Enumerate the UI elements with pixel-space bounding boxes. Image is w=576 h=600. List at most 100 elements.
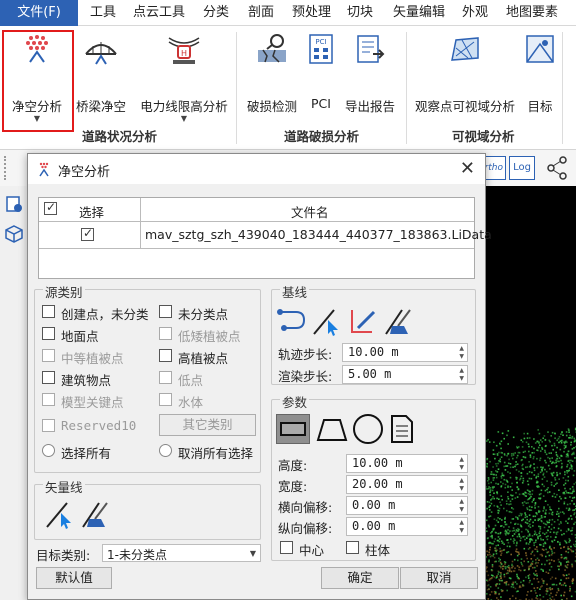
track-icon[interactable]	[276, 306, 308, 336]
menu-classify[interactable]: 分类	[203, 0, 229, 26]
layers-icon[interactable]	[4, 194, 24, 214]
point-cloud-viewport[interactable]	[484, 186, 576, 600]
spin-up-icon[interactable]: ▲	[459, 368, 464, 374]
point-cloud-dot	[571, 518, 573, 520]
point-cloud-dot	[510, 521, 512, 524]
viewshed-analysis-button[interactable]: 观察点可视域分析	[412, 30, 518, 130]
point-cloud-dot	[537, 562, 539, 564]
point-cloud-dot	[516, 573, 518, 576]
point-cloud-dot	[526, 498, 529, 501]
spin-down-icon[interactable]: ▼	[459, 486, 464, 492]
point-cloud-dot	[501, 519, 503, 521]
spin-up-icon[interactable]: ▲	[459, 478, 464, 484]
spin-up-icon[interactable]: ▲	[459, 457, 464, 463]
default-values-button[interactable]: 默认值	[36, 567, 112, 589]
spin-up-icon[interactable]: ▲	[459, 499, 464, 505]
menu-appearance[interactable]: 外观	[462, 0, 488, 26]
spin-up-icon[interactable]: ▲	[459, 520, 464, 526]
horizontal-offset-label: 横向偏移:	[278, 500, 333, 515]
point-cloud-dot	[531, 535, 534, 537]
point-cloud-dot	[573, 470, 576, 472]
menu-tools[interactable]: 工具	[90, 0, 116, 26]
bridge-clearance-button[interactable]: 桥梁净空	[76, 30, 126, 130]
damage-detection-button[interactable]: 破损检测	[244, 30, 300, 130]
render-step-input[interactable]: 5.00 m ▲ ▼	[342, 365, 468, 384]
point-cloud-dot	[511, 595, 514, 597]
draw-line-icon[interactable]	[45, 499, 75, 529]
select-all-checkbox[interactable]: ✓	[44, 200, 57, 215]
menu-point-cloud-tools[interactable]: 点云工具	[133, 0, 185, 26]
spin-down-icon[interactable]: ▼	[459, 354, 464, 360]
point-cloud-dot	[489, 593, 491, 596]
menu-profile[interactable]: 剖面	[248, 0, 274, 26]
menu-file[interactable]: 文件(F)	[0, 0, 78, 26]
target-class-select[interactable]: 1-未分类点 ▼	[102, 544, 261, 562]
height-input[interactable]: 10.00 m ▲ ▼	[346, 454, 468, 473]
spin-down-icon[interactable]: ▼	[459, 465, 464, 471]
point-cloud-dot	[500, 573, 502, 576]
clear-baseline-icon[interactable]	[384, 306, 416, 336]
menu-map-elements[interactable]: 地图要素	[506, 0, 558, 26]
point-cloud-dot	[490, 591, 493, 593]
point-cloud-dot	[505, 534, 507, 536]
pci-button[interactable]: PCI PCI	[304, 30, 338, 130]
shape-rectangle-button[interactable]	[276, 414, 310, 444]
spin-down-icon[interactable]: ▼	[459, 507, 464, 513]
point-cloud-dot	[573, 512, 576, 514]
point-cloud-dot	[500, 475, 503, 478]
point-cloud-dot	[492, 529, 494, 532]
point-cloud-dot	[500, 447, 502, 450]
edit-baseline-icon[interactable]	[348, 306, 380, 336]
point-cloud-dot	[569, 492, 572, 494]
point-cloud-dot	[525, 576, 527, 579]
point-cloud-dot	[571, 465, 573, 468]
point-cloud-dot	[571, 500, 573, 502]
table-cell-filename[interactable]: mav_sztg_szh_439040_183444_440377_183863…	[145, 227, 492, 242]
point-cloud-dot	[530, 565, 532, 567]
target-button[interactable]: 目标	[522, 30, 558, 130]
shape-circle-icon[interactable]	[352, 413, 384, 445]
track-step-input[interactable]: 10.00 m ▲ ▼	[342, 343, 468, 362]
point-cloud-dot	[570, 444, 572, 446]
horizontal-offset-input[interactable]: 0.00 m ▲ ▼	[346, 496, 468, 515]
clear-line-icon[interactable]	[81, 499, 111, 529]
point-cloud-dot	[560, 497, 562, 500]
width-input[interactable]: 20.00 m ▲ ▼	[346, 475, 468, 494]
point-cloud-dot	[494, 524, 497, 527]
point-cloud-dot	[489, 509, 491, 511]
menu-preprocess[interactable]: 预处理	[292, 0, 331, 26]
close-icon[interactable]: ✕	[460, 158, 475, 179]
point-cloud-dot	[564, 482, 567, 485]
shape-custom-icon[interactable]	[388, 414, 416, 444]
network-icon[interactable]	[545, 154, 571, 182]
row-checkbox[interactable]: ✓	[81, 226, 94, 241]
ok-button[interactable]: 确定	[321, 567, 399, 589]
shape-trapezoid-icon[interactable]	[314, 414, 350, 444]
point-cloud-dot	[535, 512, 537, 514]
log-button[interactable]: Log	[509, 156, 535, 180]
spin-up-icon[interactable]: ▲	[459, 346, 464, 352]
menu-vector-edit[interactable]: 矢量编辑	[393, 0, 445, 26]
point-cloud-dot	[535, 477, 537, 479]
point-cloud-dot	[568, 517, 570, 520]
point-cloud-dot	[557, 519, 559, 521]
point-cloud-dot	[547, 491, 549, 494]
spin-down-icon[interactable]: ▼	[459, 376, 464, 382]
point-cloud-dot	[487, 477, 490, 479]
cube-icon[interactable]	[4, 224, 24, 244]
point-cloud-dot	[488, 486, 490, 488]
export-report-button[interactable]: 导出报告	[342, 30, 398, 130]
spin-down-icon[interactable]: ▼	[459, 528, 464, 534]
powerline-height-limit-button[interactable]: H 电力线限高分析 ▼	[138, 30, 230, 130]
point-cloud-dot	[511, 507, 513, 509]
point-cloud-dot	[553, 531, 555, 534]
point-cloud-dot	[567, 479, 569, 482]
point-cloud-dot	[539, 457, 542, 460]
menu-tile[interactable]: 切块	[347, 0, 373, 26]
vertical-offset-input[interactable]: 0.00 m ▲ ▼	[346, 517, 468, 536]
other-classes-button[interactable]: 其它类别	[159, 414, 256, 436]
draw-baseline-icon[interactable]	[312, 306, 344, 336]
point-cloud-dot	[543, 506, 545, 508]
point-cloud-dot	[508, 577, 511, 579]
cancel-button[interactable]: 取消	[400, 567, 478, 589]
